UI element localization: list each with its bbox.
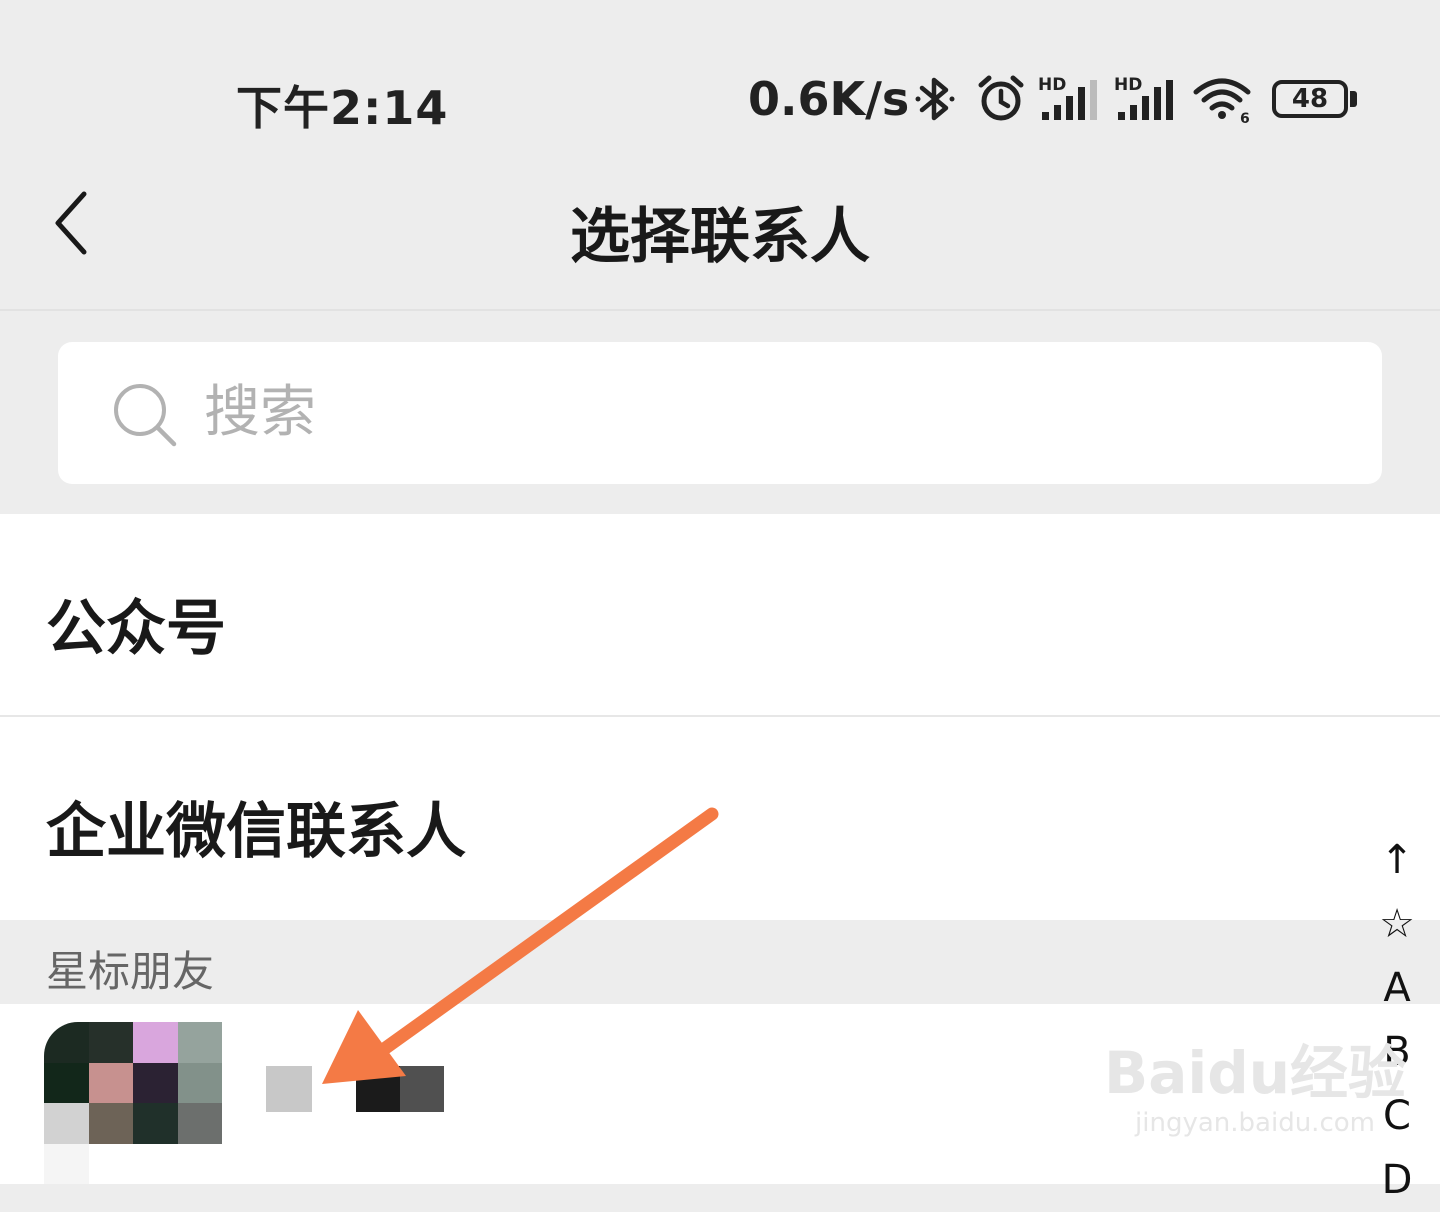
- index-item-top[interactable]: ↑: [1372, 828, 1422, 892]
- watermark-sub: jingyan.baidu.com: [1135, 1108, 1375, 1138]
- index-item-star[interactable]: ☆: [1372, 892, 1422, 956]
- status-time: 下午2:14: [236, 81, 449, 135]
- watermark: Baidu经验 jingyan.baidu.com: [1104, 1040, 1406, 1140]
- index-item-d[interactable]: D: [1372, 1148, 1422, 1212]
- hd-signal-icon: HD: [1038, 75, 1097, 120]
- list-item-official-accounts[interactable]: 公众号: [46, 580, 226, 667]
- nav-divider: [0, 309, 1440, 311]
- search-icon: [114, 384, 177, 447]
- svg-text:HD: HD: [1038, 75, 1066, 95]
- watermark-main: Baidu经验: [1104, 1039, 1407, 1107]
- bluetooth-icon: [915, 77, 955, 121]
- battery-indicator: 48: [1272, 80, 1348, 118]
- section-header: [0, 920, 1440, 1004]
- avatar: [44, 1022, 222, 1184]
- index-item-a[interactable]: A: [1372, 956, 1422, 1020]
- alphabet-index[interactable]: ↑ ☆ A B C D: [1372, 828, 1422, 1212]
- contact-name-redacted: [266, 1066, 312, 1112]
- page-title: 选择联系人: [570, 202, 870, 272]
- network-speed: 0.6K/s: [748, 72, 910, 126]
- alarm-icon: [978, 75, 1024, 121]
- search-placeholder: 搜索: [204, 380, 316, 445]
- wifi-icon: 6: [1193, 78, 1251, 124]
- svg-text:HD: HD: [1114, 75, 1142, 95]
- contact-name-redacted: [356, 1066, 400, 1112]
- section-label-starred: 星标朋友: [46, 947, 215, 996]
- svg-text:6: 6: [1240, 111, 1250, 124]
- contact-name-redacted: [400, 1066, 444, 1112]
- list-item-wecom-contacts[interactable]: 企业微信联系人: [46, 783, 466, 870]
- hd-signal-icon-2: HD: [1114, 75, 1173, 120]
- row-divider: [0, 715, 1440, 717]
- battery-nub: [1350, 91, 1357, 107]
